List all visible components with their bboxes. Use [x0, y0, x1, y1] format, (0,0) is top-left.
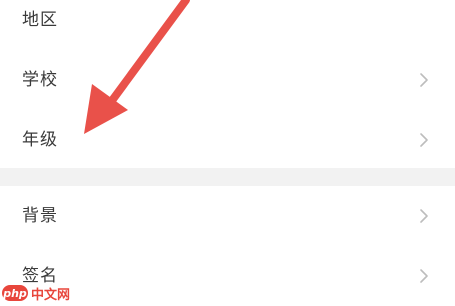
chevron-right-icon: [420, 209, 428, 223]
settings-item-region[interactable]: 地区: [0, 0, 455, 50]
chevron-right-icon: [420, 133, 428, 147]
watermark-logo: php: [2, 285, 28, 301]
watermark-text: 中文网: [31, 287, 71, 303]
settings-item-label: 年级: [22, 130, 58, 150]
settings-item-background[interactable]: 背景: [0, 186, 455, 246]
chevron-right-icon: [420, 73, 428, 87]
settings-item-grade[interactable]: 年级: [0, 110, 455, 170]
settings-item-label: 学校: [22, 70, 58, 90]
settings-item-school[interactable]: 学校: [0, 50, 455, 110]
chevron-right-icon: [420, 269, 428, 283]
section-separator: [0, 168, 455, 186]
watermark: php 中文网: [2, 283, 70, 303]
settings-item-label: 背景: [22, 206, 58, 226]
settings-item-label: 地区: [22, 10, 58, 30]
